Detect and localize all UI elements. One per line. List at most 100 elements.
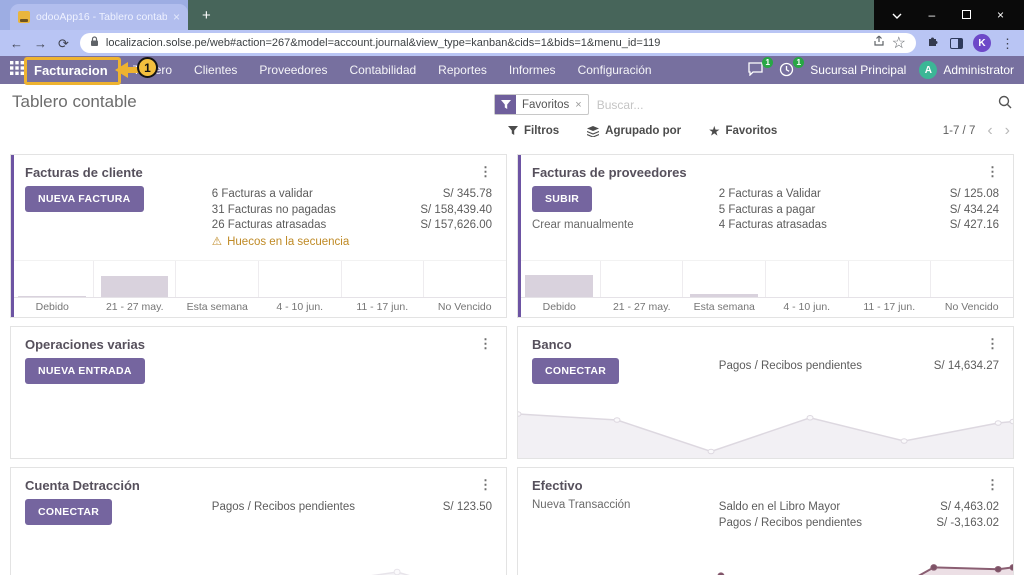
stat-row[interactable]: Pagos / Recibos pendientesS/ -3,163.02 xyxy=(719,516,999,532)
invoice-aging-bar-chart[interactable]: Debido21 - 27 may.Esta semana4 - 10 jun.… xyxy=(11,260,506,317)
tab-title: odooApp16 - Tablero contable xyxy=(36,11,167,23)
search-bar: Favoritos × xyxy=(494,92,1012,115)
nueva-entrada-button[interactable]: NUEVA ENTRADA xyxy=(25,358,145,384)
card-title: Cuenta Detracción xyxy=(25,478,140,493)
kebab-menu-icon[interactable]: ⋮ xyxy=(986,164,999,180)
control-panel-bottom: Filtros Agrupado por ★ Favoritos 1-7 / 7… xyxy=(0,115,1024,146)
crear-manualmente-link[interactable]: Crear manualmente xyxy=(532,219,634,231)
stat-row[interactable]: Pagos / Recibos pendientesS/ 123.50 xyxy=(212,500,492,516)
stat-row[interactable]: 5 Facturas a pagarS/ 434.24 xyxy=(719,203,999,219)
kebab-menu-icon[interactable]: ⋮ xyxy=(479,336,492,352)
menu-item-reportes[interactable]: Reportes xyxy=(427,63,498,77)
apps-grid-icon[interactable] xyxy=(10,61,24,80)
url-bar[interactable]: localizacion.solse.pe/web#action=267&mod… xyxy=(80,33,916,53)
search-icon[interactable] xyxy=(998,95,1012,114)
menu-item-proveedores[interactable]: Proveedores xyxy=(248,63,338,77)
search-facet-favoritos[interactable]: Favoritos × xyxy=(494,94,589,115)
pager-next-icon[interactable]: › xyxy=(1005,124,1010,138)
menu-item-clientes[interactable]: Clientes xyxy=(183,63,248,77)
stat-row[interactable]: Saldo en el Libro MayorS/ 4,463.02 xyxy=(719,500,999,516)
screen: odooApp16 - Tablero contable × + – × ← →… xyxy=(0,0,1024,575)
card-title: Facturas de proveedores xyxy=(532,165,687,180)
kebab-menu-icon[interactable]: ⋮ xyxy=(986,336,999,352)
browser-profile-avatar[interactable]: K xyxy=(973,34,991,52)
pager: 1-7 / 7 ‹ › xyxy=(943,124,1010,138)
window-maximize-button[interactable] xyxy=(955,8,977,22)
favorites-button[interactable]: ★ Favoritos xyxy=(709,124,777,138)
tab-favicon-icon xyxy=(18,11,30,23)
stat-row[interactable]: Pagos / Recibos pendientesS/ 14,634.27 xyxy=(719,359,999,375)
card-facturas-de-proveedores: Facturas de proveedores ⋮ SUBIR Crear ma… xyxy=(517,154,1014,318)
stat-row[interactable]: 2 Facturas a ValidarS/ 125.08 xyxy=(719,187,999,203)
group-by-button[interactable]: Agrupado por xyxy=(587,124,681,138)
kebab-menu-icon[interactable]: ⋮ xyxy=(986,477,999,493)
extensions-puzzle-icon[interactable] xyxy=(927,34,940,52)
menu-item-informes[interactable]: Informes xyxy=(498,63,567,77)
window-chevron-icon[interactable] xyxy=(886,8,908,22)
lock-icon xyxy=(90,34,99,52)
user-menu[interactable]: A Administrator xyxy=(919,61,1014,79)
conectar-button[interactable]: CONECTAR xyxy=(532,358,619,384)
tab-strip-background: + xyxy=(188,0,874,30)
bank-balance-line-chart[interactable] xyxy=(518,384,1013,459)
cash-balance-line-chart[interactable] xyxy=(518,549,1013,575)
share-icon[interactable] xyxy=(873,34,885,52)
back-button[interactable]: ← xyxy=(10,37,23,50)
new-tab-button[interactable]: + xyxy=(202,8,211,23)
user-avatar: A xyxy=(919,61,937,79)
window-controls: – × xyxy=(874,0,1024,30)
warning-icon: ⚠ xyxy=(212,234,222,250)
browser-tab-strip: odooApp16 - Tablero contable × + – × xyxy=(0,0,1024,30)
card-title: Efectivo xyxy=(532,478,583,493)
facet-label: Favoritos xyxy=(522,99,569,111)
toolbar-right: K ⋮ xyxy=(927,34,1014,52)
window-close-button[interactable]: × xyxy=(990,8,1012,22)
bill-aging-bar-chart[interactable]: Debido21 - 27 may.Esta semana4 - 10 jun.… xyxy=(518,260,1013,317)
card-cuenta-detraccion: Cuenta Detracción ⋮ CONECTAR Pagos / Rec… xyxy=(10,467,507,575)
subir-button[interactable]: SUBIR xyxy=(532,186,592,212)
tab-close-icon[interactable]: × xyxy=(173,11,180,23)
detraccion-balance-line-chart[interactable] xyxy=(11,549,506,575)
activities-clock-icon[interactable]: 1 xyxy=(779,62,797,78)
conectar-button[interactable]: CONECTAR xyxy=(25,499,112,525)
filters-button[interactable]: Filtros xyxy=(508,124,559,138)
reload-button[interactable]: ⟳ xyxy=(58,37,69,50)
stat-row[interactable]: 4 Facturas atrasadasS/ 427.16 xyxy=(719,218,999,234)
url-text: localizacion.solse.pe/web#action=267&mod… xyxy=(106,37,866,49)
browser-tab[interactable]: odooApp16 - Tablero contable × xyxy=(10,4,188,30)
card-efectivo: Efectivo ⋮ Nueva Transacción Saldo en el… xyxy=(517,467,1014,575)
kebab-menu-icon[interactable]: ⋮ xyxy=(479,164,492,180)
pager-range: 1-7 / 7 xyxy=(943,125,976,137)
messages-icon[interactable]: 1 xyxy=(748,62,766,78)
card-title: Operaciones varias xyxy=(25,337,145,352)
app-name-facturacion[interactable]: Facturacion xyxy=(34,63,108,78)
card-facturas-de-cliente: Facturas de cliente ⋮ NUEVA FACTURA 6 Fa… xyxy=(10,154,507,318)
bookmark-star-icon[interactable]: ☆ xyxy=(892,33,906,53)
odoo-navbar: Facturacion Tablero Clientes Proveedores… xyxy=(0,56,1024,84)
stat-row[interactable]: 6 Facturas a validarS/ 345.78 xyxy=(212,187,492,203)
star-icon: ★ xyxy=(709,124,719,138)
stat-row[interactable]: 31 Facturas no pagadasS/ 158,439.40 xyxy=(212,203,492,219)
pager-prev-icon[interactable]: ‹ xyxy=(987,124,992,138)
control-panel-top: Tablero contable Favoritos × xyxy=(0,84,1024,115)
stat-row[interactable]: 26 Facturas atrasadasS/ 157,626.00 xyxy=(212,218,492,234)
nueva-factura-button[interactable]: NUEVA FACTURA xyxy=(25,186,144,212)
nueva-transaccion-link[interactable]: Nueva Transacción xyxy=(532,499,630,511)
kebab-menu-icon[interactable]: ⋮ xyxy=(479,477,492,493)
kanban-dashboard: Facturas de cliente ⋮ NUEVA FACTURA 6 Fa… xyxy=(10,154,1014,575)
menu-item-contabilidad[interactable]: Contabilidad xyxy=(338,63,427,77)
user-name: Administrator xyxy=(943,63,1014,77)
window-minimize-button[interactable]: – xyxy=(921,8,943,22)
forward-button[interactable]: → xyxy=(34,37,47,50)
side-panel-icon[interactable] xyxy=(950,38,963,49)
company-selector[interactable]: Sucursal Principal xyxy=(810,63,906,77)
menu-item-configuracion[interactable]: Configuración xyxy=(567,63,663,77)
browser-menu-icon[interactable]: ⋮ xyxy=(1001,37,1014,50)
sequence-gap-warning[interactable]: ⚠Huecos en la secuencia xyxy=(212,234,492,250)
card-operaciones-varias: Operaciones varias ⋮ NUEVA ENTRADA xyxy=(10,326,507,459)
menu-item-tablero[interactable]: Tablero xyxy=(122,63,183,77)
filter-buttons: Filtros Agrupado por ★ Favoritos xyxy=(508,124,777,138)
page-title: Tablero contable xyxy=(12,92,137,112)
facet-remove-icon[interactable]: × xyxy=(575,99,581,111)
search-input[interactable] xyxy=(597,98,998,112)
